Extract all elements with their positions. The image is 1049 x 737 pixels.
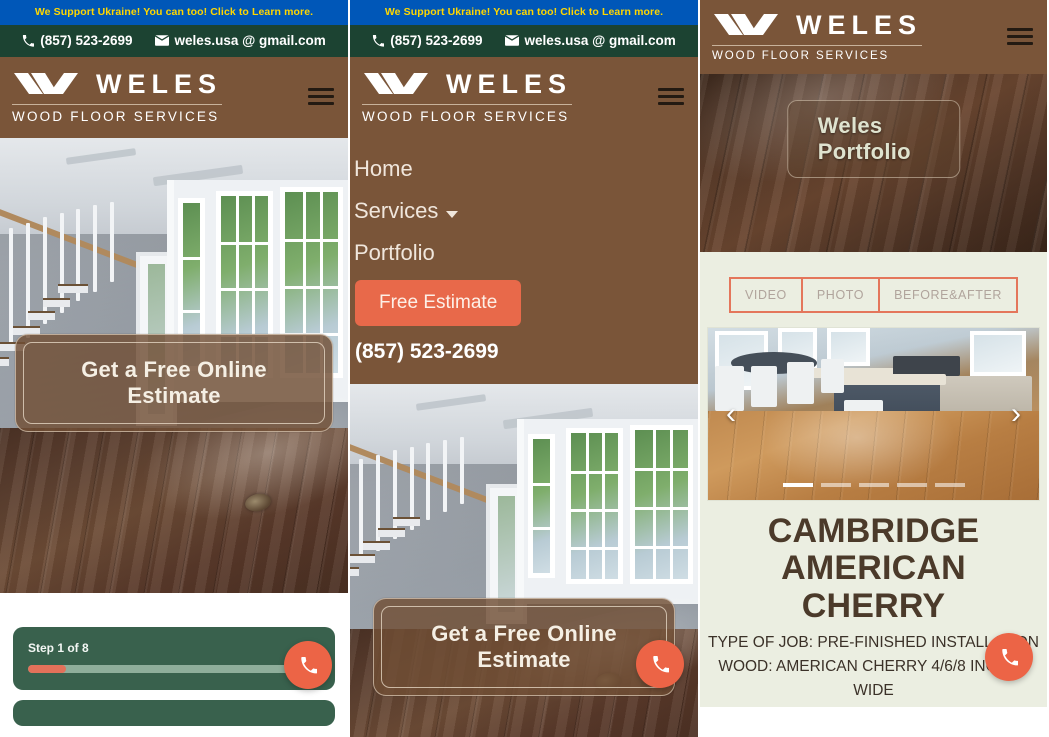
floating-call-button[interactable] [636, 640, 684, 688]
carousel-next-arrow[interactable]: › [1011, 399, 1021, 429]
logo-divider [362, 104, 573, 105]
project-title-line2: AMERICAN CHERRY [781, 549, 966, 625]
envelope-icon [154, 35, 169, 46]
carousel-dot[interactable] [782, 483, 813, 487]
hero-cta-line1: Get a Free Online [81, 357, 267, 382]
hero-wood-floor [0, 383, 348, 593]
mobile-nav-menu: Home Services Portfolio Free Estimate (8… [350, 138, 698, 384]
step-counter-label: Step 1 of 8 [28, 641, 89, 655]
carousel-dot[interactable] [934, 483, 965, 487]
kitchen-photo [708, 328, 1039, 500]
staircase [350, 429, 503, 589]
email-link[interactable]: weles.usa @ gmail.com [154, 33, 326, 48]
site-header: WELES WOOD FLOOR SERVICES [0, 57, 348, 138]
hamburger-menu-icon[interactable] [308, 88, 334, 105]
envelope-icon [504, 35, 519, 46]
weles-w-mark [364, 73, 428, 94]
hero-free-estimate-cta[interactable]: Get a Free Online Estimate [373, 598, 675, 696]
project-image-carousel[interactable]: ‹ › [707, 327, 1040, 501]
phone-icon [22, 34, 35, 47]
hero-section: Get a Free Online Estimate [350, 384, 698, 737]
brand-name: WELES [96, 68, 223, 99]
hamburger-menu-icon[interactable] [658, 88, 684, 105]
weles-w-mark [714, 14, 778, 35]
step-progress-bar [28, 665, 320, 673]
hero-section: Get a Free Online Estimate [0, 138, 348, 593]
phone-icon [300, 656, 317, 673]
phone-icon [372, 34, 385, 47]
phone-link[interactable]: (857) 523-2699 [372, 33, 483, 48]
project-title: CAMBRIDGE AMERICAN CHERRY [700, 501, 1047, 631]
portfolio-filter-tabs: VIDEO PHOTO BEFORE&AFTER [700, 252, 1047, 327]
filter-tab-before-after[interactable]: BEFORE&AFTER [878, 277, 1019, 313]
ukraine-support-banner[interactable]: We Support Ukraine! You can too! Click t… [350, 0, 698, 25]
hero-room-photo [350, 384, 698, 634]
mobile-screen-portfolio: WELES WOOD FLOOR SERVICES Weles Portfoli… [698, 0, 1047, 737]
mobile-screen-home: We Support Ukraine! You can too! Click t… [0, 0, 348, 737]
floating-call-button[interactable] [985, 633, 1033, 681]
brand-logo[interactable]: WELES WOOD FLOOR SERVICES [362, 68, 573, 124]
contact-bar: (857) 523-2699 weles.usa @ gmail.com [0, 25, 348, 57]
window-wall [517, 419, 698, 604]
hero-free-estimate-cta[interactable]: Get a Free Online Estimate [15, 334, 333, 432]
step-progress-fill [28, 665, 66, 673]
nav-item-services[interactable]: Services [354, 190, 698, 232]
brand-tagline: WOOD FLOOR SERVICES [712, 50, 890, 62]
ukraine-support-banner[interactable]: We Support Ukraine! You can too! Click t… [0, 0, 348, 25]
phone-icon [652, 655, 669, 672]
page-title: Weles Portfolio [817, 113, 911, 164]
site-header: WELES WOOD FLOOR SERVICES [700, 0, 1047, 74]
carousel-indicators [782, 483, 965, 487]
email-text: weles.usa @ gmail.com [174, 33, 326, 48]
portfolio-hero: Weles Portfolio [700, 74, 1047, 252]
hero-cta-line1: Get a Free Online [431, 621, 617, 646]
contact-bar: (857) 523-2699 weles.usa @ gmail.com [350, 25, 698, 57]
nav-item-portfolio[interactable]: Portfolio [354, 232, 698, 274]
email-link[interactable]: weles.usa @ gmail.com [504, 33, 676, 48]
brand-tagline: WOOD FLOOR SERVICES [362, 109, 570, 124]
phone-link[interactable]: (857) 523-2699 [22, 33, 133, 48]
project-title-line1: CAMBRIDGE [767, 512, 980, 550]
logo-divider [712, 45, 923, 46]
weles-w-mark [14, 73, 78, 94]
nav-phone-link[interactable]: (857) 523-2699 [354, 330, 698, 366]
brand-logo[interactable]: WELES WOOD FLOOR SERVICES [12, 68, 223, 124]
phone-text: (857) 523-2699 [390, 33, 483, 48]
nav-item-label: Services [354, 198, 439, 223]
nav-item-label: Home [354, 156, 413, 181]
carousel-dot[interactable] [858, 483, 889, 487]
filter-tab-video[interactable]: VIDEO [728, 277, 803, 313]
hero-cta-line2: Estimate [127, 382, 221, 408]
carousel-prev-arrow[interactable]: ‹ [726, 399, 736, 429]
email-text: weles.usa @ gmail.com [524, 33, 676, 48]
screenshot-root: We Support Ukraine! You can too! Click t… [0, 0, 1049, 737]
brand-name: WELES [796, 9, 923, 40]
floating-call-button[interactable] [284, 641, 332, 689]
free-estimate-button[interactable]: Free Estimate [355, 280, 522, 326]
filter-tab-photo[interactable]: PHOTO [800, 277, 881, 313]
brand-logo[interactable]: WELES WOOD FLOOR SERVICES [712, 9, 923, 62]
estimator-next-card [13, 700, 335, 726]
site-header: WELES WOOD FLOOR SERVICES [350, 57, 698, 138]
phone-icon [1001, 648, 1018, 665]
mobile-screen-menu-open: We Support Ukraine! You can too! Click t… [348, 0, 698, 737]
chevron-down-icon [446, 210, 459, 218]
nav-item-home[interactable]: Home [354, 148, 698, 190]
brand-tagline: WOOD FLOOR SERVICES [12, 109, 220, 124]
portfolio-title-box: Weles Portfolio [786, 100, 961, 178]
brand-name: WELES [446, 68, 573, 99]
logo-divider [12, 104, 223, 105]
nav-item-label: Portfolio [354, 240, 435, 265]
carousel-dot[interactable] [896, 483, 927, 487]
hero-cta-line2: Estimate [477, 646, 571, 672]
carousel-dot[interactable] [820, 483, 851, 487]
hamburger-menu-icon[interactable] [1007, 27, 1033, 45]
phone-text: (857) 523-2699 [40, 33, 133, 48]
